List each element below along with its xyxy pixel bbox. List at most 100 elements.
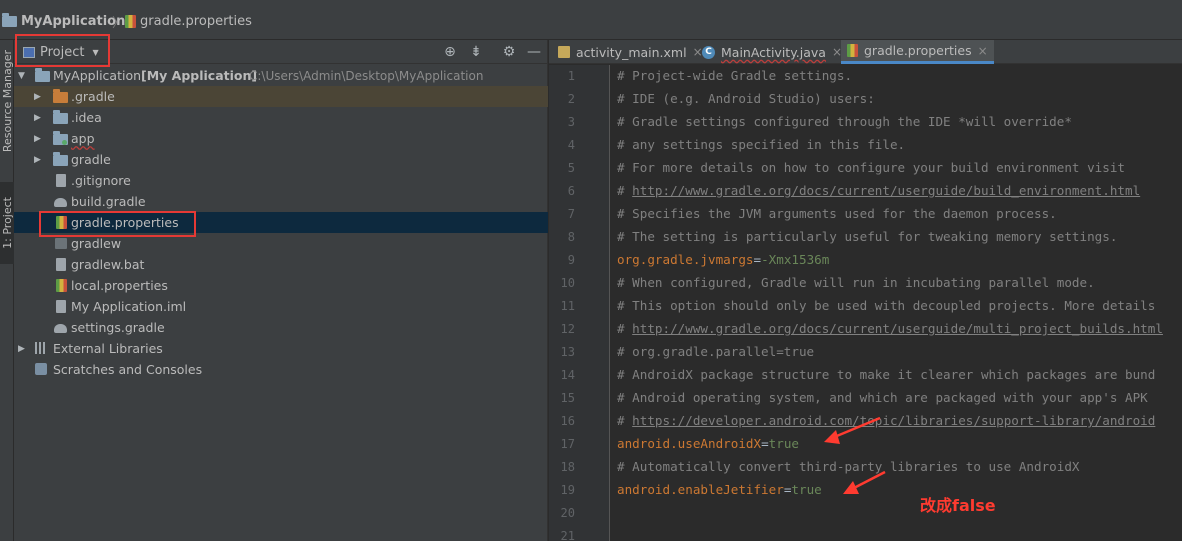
- property-value: true: [791, 482, 822, 497]
- code-line: android.enableJetifier=true: [617, 482, 822, 497]
- comment-prefix: #: [617, 321, 633, 336]
- collapsed-arrow-icon: ▶: [18, 343, 25, 354]
- tree-item-scratches[interactable]: Scratches and Consoles: [14, 359, 548, 380]
- tab-label: gradle.properties: [864, 43, 972, 58]
- code-line: # The setting is particularly useful for…: [617, 229, 1118, 244]
- project-view-label: Project: [40, 45, 85, 60]
- tree-item-label: My Application.iml: [71, 299, 187, 314]
- tree-item-label: gradlew.bat: [71, 257, 145, 272]
- module-folder-icon: [35, 68, 50, 82]
- tree-item-gradlew[interactable]: gradlew: [14, 233, 548, 254]
- line-number: 18: [560, 460, 575, 474]
- line-number: 1: [567, 69, 575, 83]
- line-number: 2: [567, 92, 575, 106]
- property-value: true: [768, 436, 799, 451]
- property-key: android.enableJetifier: [617, 482, 784, 497]
- breadcrumb-file[interactable]: gradle.properties: [125, 12, 252, 30]
- tree-item-idea[interactable]: ▶ .idea: [14, 107, 548, 128]
- text-file-icon: [56, 174, 66, 187]
- gear-icon[interactable]: ⚙: [500, 43, 518, 61]
- tree-item-build-gradle[interactable]: build.gradle: [14, 191, 548, 212]
- tab-activity-main-xml[interactable]: activity_main.xml ×: [558, 40, 703, 64]
- tree-item-label: .idea: [71, 110, 102, 125]
- resource-manager-tab-label: Resource Manager: [0, 49, 14, 153]
- folder-icon: [53, 89, 68, 103]
- folder-icon: [53, 152, 68, 166]
- close-icon[interactable]: ×: [978, 44, 988, 58]
- tree-item-local-properties[interactable]: local.properties: [14, 275, 548, 296]
- line-number: 17: [560, 437, 575, 451]
- tree-item-label: gradlew: [71, 236, 122, 251]
- tree-item-label: local.properties: [71, 278, 168, 293]
- code-line: # When configured, Gradle will run in in…: [617, 275, 1095, 290]
- editor-tabs: activity_main.xml × C MainActivity.java …: [549, 40, 1182, 64]
- library-icon: [35, 342, 47, 354]
- code-line: android.useAndroidX=true: [617, 436, 799, 451]
- tree-item-dot-gradle[interactable]: ▶ .gradle: [14, 86, 548, 107]
- comment-prefix: #: [617, 413, 633, 428]
- line-number: 12: [560, 322, 575, 336]
- properties-file-icon: [56, 216, 67, 229]
- comment-prefix: #: [617, 183, 633, 198]
- java-class-icon: C: [702, 45, 715, 59]
- tree-row-root[interactable]: ▼ MyApplication [My Application] C:\User…: [14, 65, 548, 86]
- project-view-dropdown[interactable]: Project ▼: [23, 44, 99, 61]
- line-number: 6: [567, 184, 575, 198]
- line-number: 16: [560, 414, 575, 428]
- tree-item-gitignore[interactable]: .gitignore: [14, 170, 548, 191]
- breadcrumb: MyApplication 〉 gradle.properties: [0, 0, 1182, 40]
- line-number: 10: [560, 276, 575, 290]
- code-link[interactable]: http://www.gradle.org/docs/current/userg…: [632, 321, 1163, 336]
- line-number-gutter: 1 2 3 4 5 6 7 8 9 10 11 12 13 14 15 16 17 18 19 20 21: [549, 65, 610, 541]
- xml-file-icon: [558, 46, 570, 58]
- gradle-elephant-icon: [54, 198, 67, 207]
- collapsed-arrow-icon: ▶: [34, 154, 41, 165]
- tree-item-label: settings.gradle: [71, 320, 165, 335]
- tree-item-gradlew-bat[interactable]: gradlew.bat: [14, 254, 548, 275]
- tree-item-label: app: [71, 131, 95, 146]
- tree-item-external-libraries[interactable]: ▶ External Libraries: [14, 338, 548, 359]
- minimize-icon[interactable]: —: [525, 43, 543, 61]
- code-line: # http://www.gradle.org/docs/current/use…: [617, 183, 1140, 198]
- line-number: 21: [560, 529, 575, 541]
- code-line: # For more details on how to configure y…: [617, 160, 1125, 175]
- tree-item-settings-gradle[interactable]: settings.gradle: [14, 317, 548, 338]
- code-line: # Gradle settings configured through the…: [617, 114, 1072, 129]
- module-badge-icon: [62, 140, 67, 145]
- locate-icon[interactable]: ⊕: [441, 43, 459, 61]
- code-line: # IDE (e.g. Android Studio) users:: [617, 91, 875, 106]
- tree-item-label: .gradle: [71, 89, 115, 104]
- code-line: org.gradle.jvmargs=-Xmx1536m: [617, 252, 830, 267]
- collapse-all-icon[interactable]: ⇟: [467, 43, 485, 61]
- line-number: 19: [560, 483, 575, 497]
- resource-manager-tab[interactable]: Resource Manager: [0, 46, 14, 156]
- code-line: # This option should only be used with d…: [617, 298, 1156, 313]
- code-link[interactable]: https://developer.android.com/topic/libr…: [632, 413, 1155, 428]
- tree-item-gradle-properties[interactable]: gradle.properties: [14, 212, 548, 233]
- tree-item-gradle[interactable]: ▶ gradle: [14, 149, 548, 170]
- property-key: org.gradle.jvmargs: [617, 252, 754, 267]
- breadcrumb-project[interactable]: MyApplication: [2, 12, 125, 30]
- line-number: 3: [567, 115, 575, 129]
- tree-root-name: MyApplication: [53, 68, 142, 83]
- tab-mainactivity-java[interactable]: C MainActivity.java ×: [702, 40, 842, 64]
- project-tool-tab[interactable]: 1: Project: [0, 182, 14, 264]
- tree-item-label: External Libraries: [53, 341, 163, 356]
- tree-item-iml[interactable]: My Application.iml: [14, 296, 548, 317]
- tree-item-label: gradle.properties: [71, 215, 179, 230]
- breadcrumb-file-label: gradle.properties: [140, 13, 252, 29]
- code-content[interactable]: # Project-wide Gradle settings. # IDE (e…: [617, 65, 1182, 541]
- collapsed-arrow-icon: ▶: [34, 91, 41, 102]
- script-file-icon: [55, 238, 67, 249]
- line-number: 14: [560, 368, 575, 382]
- tab-gradle-properties[interactable]: gradle.properties ×: [841, 40, 994, 64]
- folder-icon: [53, 110, 68, 124]
- tree-root-path: C:\Users\Admin\Desktop\MyApplication: [249, 68, 484, 83]
- code-link[interactable]: http://www.gradle.org/docs/current/userg…: [632, 183, 1140, 198]
- breadcrumb-project-label: MyApplication: [21, 13, 126, 29]
- scratches-icon: [35, 363, 47, 375]
- code-line: # http://www.gradle.org/docs/current/use…: [617, 321, 1163, 336]
- code-line: # AndroidX package structure to make it …: [617, 367, 1156, 382]
- collapsed-arrow-icon: ▶: [34, 133, 41, 144]
- tree-item-app[interactable]: ▶ app: [14, 128, 548, 149]
